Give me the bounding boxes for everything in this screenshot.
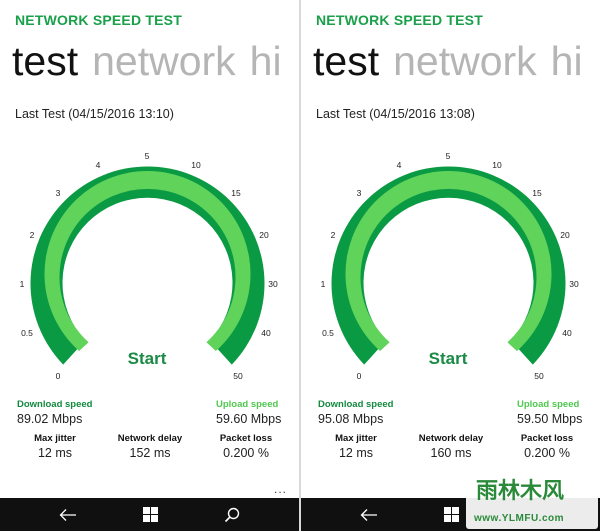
navigation-bar — [0, 498, 299, 531]
back-button[interactable] — [48, 498, 88, 531]
network-delay: Network delay 160 ms — [411, 433, 491, 460]
download-speed: Download speed 89.02 Mbps — [17, 399, 92, 426]
upload-speed-label: Upload speed — [216, 399, 279, 410]
pivot-header: test network hi — [313, 36, 597, 86]
network-delay-value: 152 ms — [129, 446, 171, 460]
network-delay-label: Network delay — [117, 433, 183, 444]
download-speed-value: 89.02 Mbps — [17, 412, 83, 426]
tick-label-10: 10 — [492, 160, 502, 170]
network-delay-label: Network delay — [418, 433, 484, 444]
tick-label-0.5: 0.5 — [21, 328, 33, 338]
search-icon — [224, 507, 240, 522]
max-jitter-value: 12 ms — [338, 446, 374, 460]
last-test-timestamp: Last Test (04/15/2016 13:08) — [316, 107, 475, 121]
upload-speed: Upload speed 59.60 Mbps — [216, 399, 281, 426]
tick-label-30: 30 — [268, 279, 278, 289]
pivot-tab-history[interactable]: hi — [250, 38, 282, 84]
upload-speed-label: Upload speed — [517, 399, 580, 410]
packet-loss-value: 0.200 % — [223, 446, 269, 460]
app-title: NETWORK SPEED TEST — [15, 12, 182, 28]
search-button[interactable] — [212, 498, 252, 531]
tick-label-4: 4 — [96, 160, 101, 170]
network-delay-value: 160 ms — [430, 446, 472, 460]
start-button[interactable]: Start — [429, 349, 468, 368]
upload-speed-value: 59.60 Mbps — [216, 412, 282, 426]
back-arrow-icon — [59, 508, 76, 521]
phone-screen-right: NETWORK SPEED TEST test network hi Last Te… — [301, 0, 600, 531]
tick-label-1: 1 — [20, 279, 25, 289]
tick-label-1: 1 — [321, 279, 326, 289]
pivot-tab-test[interactable]: test — [313, 38, 379, 84]
back-button[interactable] — [349, 498, 389, 531]
download-speed-label: Download speed — [17, 399, 93, 410]
phone-screen-left: NETWORK SPEED TEST test network hi Last Te… — [0, 0, 299, 531]
tick-label-3: 3 — [56, 188, 61, 198]
speed-gauge: 0 0.5 1 2 3 4 5 10 15 20 30 40 50 Start — [20, 151, 278, 381]
packet-loss-label: Packet loss — [520, 433, 574, 444]
tick-label-0.5: 0.5 — [322, 328, 334, 338]
network-delay: Network delay 152 ms — [110, 433, 190, 460]
windows-logo-icon — [443, 507, 459, 522]
back-arrow-icon — [360, 508, 377, 521]
tick-label-40: 40 — [261, 328, 271, 338]
tick-label-5: 5 — [145, 151, 150, 161]
max-jitter-label: Max jitter — [34, 433, 76, 444]
tick-label-2: 2 — [30, 230, 35, 240]
last-test-timestamp: Last Test (04/15/2016 13:10) — [15, 107, 174, 121]
download-speed-label: Download speed — [318, 399, 394, 410]
download-speed: Download speed 95.08 Mbps — [318, 399, 393, 426]
packet-loss: Packet loss 0.200 % — [210, 433, 282, 460]
tick-label-5: 5 — [446, 151, 451, 161]
pivot-tab-test[interactable]: test — [12, 38, 78, 84]
more-options-button[interactable]: ... — [274, 482, 287, 496]
upload-speed-value: 59.50 Mbps — [517, 412, 583, 426]
tick-label-30: 30 — [569, 279, 579, 289]
tick-label-40: 40 — [562, 328, 572, 338]
packet-loss: Packet loss 0.200 % — [511, 433, 583, 460]
tick-label-20: 20 — [259, 230, 269, 240]
max-jitter-label: Max jitter — [335, 433, 377, 444]
packet-loss-label: Packet loss — [219, 433, 273, 444]
pivot-tab-history[interactable]: hi — [551, 38, 583, 84]
packet-loss-value: 0.200 % — [524, 446, 570, 460]
home-button[interactable] — [130, 498, 170, 531]
pivot-tab-network[interactable]: network — [393, 38, 537, 84]
download-speed-value: 95.08 Mbps — [318, 412, 384, 426]
upload-speed: Upload speed 59.50 Mbps — [517, 399, 582, 426]
max-jitter: Max jitter 12 ms — [325, 433, 387, 460]
tick-label-50: 50 — [233, 371, 243, 381]
pivot-header: test network hi — [12, 36, 296, 86]
tick-label-15: 15 — [532, 188, 542, 198]
tick-label-50: 50 — [534, 371, 544, 381]
app-title: NETWORK SPEED TEST — [316, 12, 483, 28]
tick-label-3: 3 — [357, 188, 362, 198]
start-button[interactable]: Start — [128, 349, 167, 368]
watermark-title: 雨林木风 — [476, 478, 565, 503]
tick-label-20: 20 — [560, 230, 570, 240]
speed-gauge: 0 0.5 1 2 3 4 5 10 15 20 30 40 50 Start — [321, 151, 579, 381]
tick-label-15: 15 — [231, 188, 241, 198]
tick-label-0: 0 — [56, 371, 61, 381]
tick-label-4: 4 — [397, 160, 402, 170]
tick-label-0: 0 — [357, 371, 362, 381]
watermark-url: www.YLMFU.com — [474, 513, 565, 524]
windows-logo-icon — [142, 507, 158, 522]
pivot-tab-network[interactable]: network — [92, 38, 236, 84]
home-button[interactable] — [431, 498, 471, 531]
max-jitter: Max jitter 12 ms — [24, 433, 86, 460]
tick-label-10: 10 — [191, 160, 201, 170]
watermark-logo: 雨林木风 www.YLMFU.com — [466, 465, 598, 529]
max-jitter-value: 12 ms — [37, 446, 73, 460]
tick-label-2: 2 — [331, 230, 336, 240]
